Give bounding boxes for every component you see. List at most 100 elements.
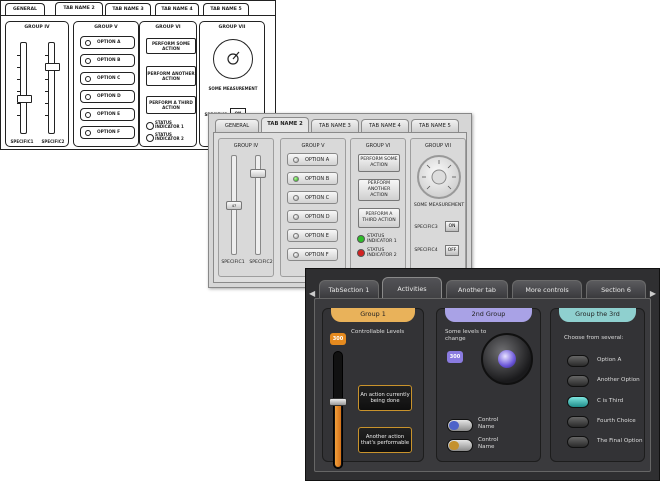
native-perform-third-button[interactable]: PERFORM A THIRD ACTION	[358, 208, 400, 228]
native-slider-1-thumb[interactable]: 47	[226, 201, 242, 210]
sketch-tab-2[interactable]: TAB NAME 2	[55, 2, 103, 16]
sketch-group-vi: GROUP VI PERFORM SOME ACTION PERFORM ANO…	[139, 21, 197, 147]
dark-tab-section6[interactable]: Section 6	[586, 280, 646, 298]
dark-tab-1[interactable]: TabSection 1	[319, 280, 379, 298]
sketch-tab-3[interactable]: TAB NAME 3	[105, 3, 151, 15]
native-option-e[interactable]: OPTION E	[287, 229, 338, 242]
native-slider-2[interactable]	[250, 155, 266, 255]
dark-group-1-title: Group 1	[331, 308, 415, 322]
level-knob[interactable]	[481, 333, 533, 385]
sketch-group-vii-title: GROUP VII	[218, 25, 246, 30]
native-option-a[interactable]: OPTION A	[287, 153, 338, 166]
native-slider-1-label: SPECIFIC1	[221, 260, 245, 265]
sketch-tab-general[interactable]: GENERAL	[5, 3, 45, 15]
sketch-perform-another-button[interactable]: PERFORM ANOTHER ACTION	[146, 66, 196, 86]
toggle-pill-icon	[567, 436, 589, 448]
radio-icon	[293, 252, 299, 258]
sketch-tab-5[interactable]: TAB NAME 5	[203, 3, 249, 15]
tab-scroll-right-icon[interactable]: ▶	[650, 289, 656, 298]
sketch-group-iv-title: GROUP IV	[24, 25, 50, 30]
level-change-display: 300	[447, 351, 463, 363]
sketch-tab-4[interactable]: TAB NAME 4	[155, 3, 199, 15]
native-measurement-label: SOME MEASUREMENT	[413, 203, 465, 208]
toggle-pill-icon	[567, 355, 589, 367]
radio-icon	[85, 94, 91, 100]
sketch-option-b[interactable]: OPTION B	[80, 54, 135, 67]
some-levels-label: Some levels to change	[445, 329, 487, 343]
native-tab-general[interactable]: GENERAL	[215, 119, 259, 132]
sketch-perform-action-button[interactable]: PERFORM SOME ACTION	[146, 38, 196, 54]
sketch-option-d[interactable]: OPTION D	[80, 90, 135, 103]
native-option-f[interactable]: OPTION F	[287, 248, 338, 261]
sketch-option-a[interactable]: OPTION A	[80, 36, 135, 49]
native-tab-3[interactable]: TAB NAME 3	[311, 119, 359, 132]
level-slider[interactable]	[329, 351, 347, 469]
native-specific3-toggle[interactable]: ON	[445, 221, 459, 232]
sketch-status-1-label: STATUS INDICATOR 1	[155, 120, 184, 130]
sketch-slider-2[interactable]	[45, 42, 60, 134]
native-option-b[interactable]: OPTION B	[287, 172, 338, 185]
dark-tab-another[interactable]: Another tab	[446, 280, 508, 298]
sketch-slider-1-label: SPECIFIC1	[10, 139, 34, 144]
radio-icon	[85, 112, 91, 118]
native-tab-4[interactable]: TAB NAME 4	[361, 119, 409, 132]
dark-tab-activities[interactable]: Activities	[382, 277, 442, 299]
dark-skin-panel: ◀ ▶ TabSection 1 Activities Another tab …	[305, 268, 660, 481]
knob-center-icon	[498, 350, 516, 368]
sketch-slider-1-thumb[interactable]	[17, 95, 32, 103]
dark-tab-more[interactable]: More controls	[512, 280, 582, 298]
native-slider-1[interactable]: 47	[226, 155, 242, 255]
tab-scroll-left-icon[interactable]: ◀	[309, 289, 315, 298]
native-group-v-title: GROUP V	[301, 143, 325, 149]
sketch-status-2-label: STATUS INDICATOR 2	[155, 132, 184, 142]
sketch-option-e[interactable]: OPTION E	[80, 108, 135, 121]
performable-action-button[interactable]: Another action that's performable	[358, 427, 412, 453]
controllable-levels-label: Controllable Levels	[351, 329, 405, 335]
sketch-status-1-led	[146, 122, 154, 130]
toggle-pill-icon	[567, 416, 589, 428]
level-slider-thumb[interactable]	[329, 398, 347, 406]
native-group-vi-title: GROUP VI	[365, 143, 391, 149]
sketch-option-c[interactable]: OPTION C	[80, 72, 135, 85]
native-option-c[interactable]: OPTION C	[287, 191, 338, 204]
native-option-d[interactable]: OPTION D	[287, 210, 338, 223]
native-tab-5[interactable]: TAB NAME 5	[411, 119, 459, 132]
control-1-label: Control Name	[478, 417, 499, 431]
native-slider-2-thumb[interactable]	[250, 169, 266, 178]
sketch-perform-third-button[interactable]: PERFORM A THIRD ACTION	[146, 96, 196, 114]
native-specific3-label: SPECIFIC3	[414, 225, 438, 230]
toggle-pill-icon	[567, 375, 589, 387]
sketch-option-f[interactable]: OPTION F	[80, 126, 135, 139]
sketch-group-vi-title: GROUP VI	[155, 25, 181, 30]
control-switch-1[interactable]	[447, 419, 473, 432]
current-action-button[interactable]: An action currently being done	[358, 385, 412, 411]
native-group-vii-title: GROUP VII	[425, 143, 451, 149]
native-tab-2[interactable]: TAB NAME 2	[261, 117, 309, 133]
radio-icon	[293, 157, 299, 163]
dark-group-2-title: 2nd Group	[445, 308, 532, 322]
level-slider-fill	[335, 401, 341, 467]
choose-label: Choose from several:	[564, 335, 624, 341]
native-group-iv-title: GROUP IV	[233, 143, 259, 149]
native-perform-action-button[interactable]: PERFORM SOME ACTION	[358, 154, 400, 172]
sketch-slider-1[interactable]	[17, 42, 32, 134]
radio-icon	[85, 76, 91, 82]
native-gauge	[417, 155, 461, 199]
sketch-group-v-title: GROUP V	[94, 25, 118, 30]
native-perform-another-button[interactable]: PERFORM ANOTHER ACTION	[358, 179, 400, 201]
dark-tab-body: Group 1 300 Controllable Levels An actio…	[314, 298, 651, 472]
sketch-status-2-led	[146, 134, 154, 142]
sketch-group-v: GROUP V OPTION A OPTION B OPTION C OPTIO…	[73, 21, 139, 147]
native-tab-body: GROUP IV 47 SPECIFIC1 SPECIFIC2 GROUP V …	[213, 132, 467, 283]
control-switch-2[interactable]	[447, 439, 473, 452]
native-specific4-toggle[interactable]: OFF	[445, 245, 459, 256]
sketch-slider-2-thumb[interactable]	[45, 63, 60, 71]
sketch-measurement-label: SOME MEASUREMENT	[208, 86, 258, 91]
radio-icon	[293, 195, 299, 201]
native-group-iv: GROUP IV 47 SPECIFIC1 SPECIFIC2	[218, 138, 274, 277]
native-status-2-led	[357, 249, 365, 257]
sketch-slider-2-label: SPECIFIC2	[41, 139, 65, 144]
sketch-group-iv: GROUP IV SPECIFIC1 SPECIFIC2	[5, 21, 69, 147]
dark-group-1: Group 1 300 Controllable Levels An actio…	[322, 308, 424, 469]
sketch-tab-divider	[1, 15, 275, 16]
